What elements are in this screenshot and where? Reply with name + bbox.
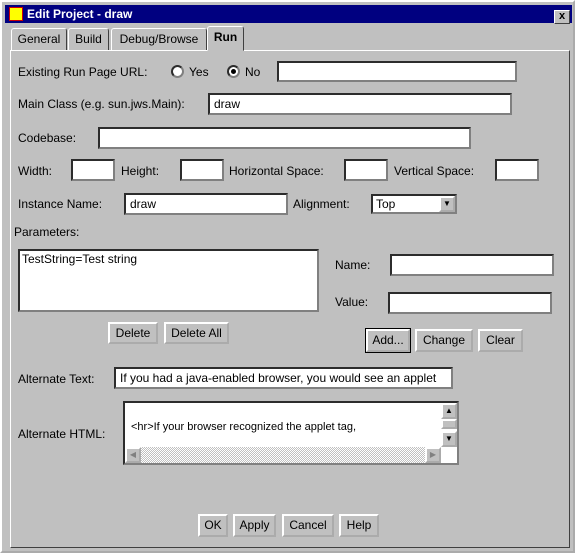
change-button[interactable]: Change bbox=[415, 329, 473, 352]
main-class-input[interactable]: draw bbox=[208, 93, 512, 115]
yes-radio[interactable] bbox=[171, 65, 184, 78]
codebase-label: Codebase: bbox=[18, 131, 77, 145]
name-input[interactable] bbox=[390, 254, 554, 276]
vspace-label: Vertical Space: bbox=[394, 164, 475, 178]
width-label: Width: bbox=[18, 164, 53, 178]
horizontal-scrollbar[interactable]: ◀ ▶ bbox=[125, 447, 441, 463]
clear-button[interactable]: Clear bbox=[478, 329, 523, 352]
alt-html-textarea[interactable]: <hr>If your browser recognized the apple… bbox=[123, 401, 459, 465]
apply-button[interactable]: Apply bbox=[233, 514, 276, 537]
vertical-scroll-thumb[interactable] bbox=[441, 419, 457, 429]
title-bar: Edit Project - draw x bbox=[5, 5, 572, 24]
instance-name-label: Instance Name: bbox=[18, 197, 103, 211]
app-icon bbox=[9, 7, 23, 21]
ok-button[interactable]: OK bbox=[198, 514, 228, 537]
cancel-button[interactable]: Cancel bbox=[282, 514, 334, 537]
codebase-input[interactable] bbox=[98, 127, 471, 149]
edit-project-dialog: Edit Project - draw x General Build Debu… bbox=[0, 0, 575, 553]
alignment-value: Top bbox=[376, 197, 396, 211]
delete-all-button[interactable]: Delete All bbox=[164, 322, 229, 344]
tab-build[interactable]: Build bbox=[68, 28, 109, 51]
hspace-label: Horizontal Space: bbox=[229, 164, 324, 178]
existing-url-input[interactable] bbox=[277, 61, 517, 82]
main-class-label: Main Class (e.g. sun.jws.Main): bbox=[18, 97, 185, 111]
window-title: Edit Project - draw bbox=[27, 7, 133, 21]
height-input[interactable] bbox=[180, 159, 224, 181]
height-label: Height: bbox=[121, 164, 160, 178]
value-label: Value: bbox=[335, 295, 369, 309]
help-button[interactable]: Help bbox=[339, 514, 379, 537]
alt-html-text: <hr>If your browser recognized the apple… bbox=[131, 421, 357, 433]
parameters-label: Parameters: bbox=[14, 225, 80, 239]
no-label: No bbox=[245, 65, 261, 79]
alt-html-label: Alternate HTML: bbox=[18, 427, 106, 441]
parameters-list[interactable]: TestString=Test string bbox=[18, 249, 319, 312]
value-input[interactable] bbox=[388, 292, 552, 314]
vspace-input[interactable] bbox=[495, 159, 539, 181]
width-input[interactable] bbox=[71, 159, 115, 181]
existing-url-label: Existing Run Page URL: bbox=[18, 65, 148, 79]
tab-general[interactable]: General bbox=[11, 28, 67, 51]
scroll-down-icon[interactable]: ▼ bbox=[441, 431, 457, 447]
alignment-select[interactable]: Top ▼ bbox=[371, 194, 457, 214]
dropdown-arrow-icon[interactable]: ▼ bbox=[439, 196, 455, 212]
tab-debug-browse[interactable]: Debug/Browse bbox=[111, 28, 207, 51]
no-radio[interactable] bbox=[227, 65, 240, 78]
yes-label: Yes bbox=[189, 65, 209, 79]
name-label: Name: bbox=[335, 258, 371, 272]
delete-button[interactable]: Delete bbox=[108, 322, 158, 344]
alt-text-label: Alternate Text: bbox=[18, 372, 95, 386]
add-button[interactable]: Add... bbox=[365, 328, 411, 353]
list-item[interactable]: TestString=Test string bbox=[22, 252, 315, 267]
alignment-label: Alignment: bbox=[293, 197, 350, 211]
alt-text-input[interactable]: If you had a java-enabled browser, you w… bbox=[114, 367, 453, 389]
tab-run[interactable]: Run bbox=[207, 26, 244, 51]
scroll-right-icon[interactable]: ▶ bbox=[425, 447, 441, 463]
close-button[interactable]: x bbox=[554, 10, 570, 24]
hspace-input[interactable] bbox=[344, 159, 388, 181]
scroll-left-icon[interactable]: ◀ bbox=[125, 447, 141, 463]
scroll-up-icon[interactable]: ▲ bbox=[441, 403, 457, 419]
instance-name-input[interactable]: draw bbox=[124, 193, 288, 215]
